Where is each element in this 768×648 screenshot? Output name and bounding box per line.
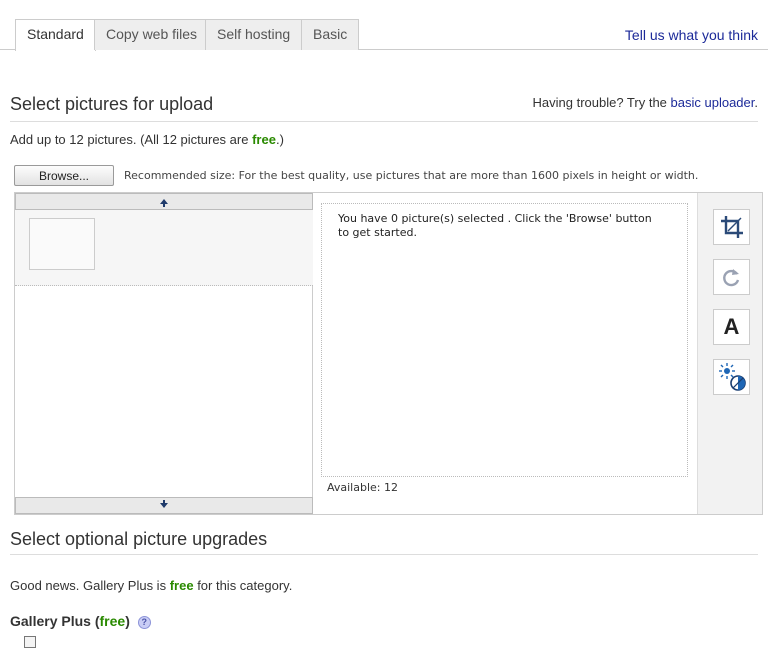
help-icon[interactable]: ? [137, 615, 151, 629]
add-free-label: free [252, 132, 276, 147]
preview-message: You have 0 picture(s) selected . Click t… [338, 212, 652, 239]
preview-area: You have 0 picture(s) selected . Click t… [321, 203, 688, 477]
gallery-plus-label: Gallery Plus [10, 613, 91, 629]
gallery-plus-free-label: free [99, 613, 126, 629]
recommended-size-text: Recommended size: For the best quality, … [124, 169, 699, 182]
available-count: Available: 12 [327, 481, 398, 494]
text-icon: A [723, 314, 740, 339]
good-news-prefix: Good news. Gallery Plus is [10, 578, 167, 593]
text-button[interactable]: A [713, 309, 750, 345]
basic-uploader-link[interactable]: basic uploader [671, 95, 755, 110]
auto-enhance-icon [718, 363, 746, 391]
add-suffix: .) [275, 132, 284, 147]
thumbnail-row [15, 210, 313, 286]
thumbnail-slot[interactable] [29, 218, 95, 270]
good-news-text: Good news. Gallery Plus is free for this… [10, 578, 292, 593]
upload-section-title: Select pictures for upload [10, 94, 214, 114]
tab-bar: Standard Copy web files Self hosting Bas… [0, 0, 768, 51]
thumbnail-strip [15, 193, 313, 514]
add-pictures-text: Add up to 12 pictures. (All 12 pictures … [10, 132, 284, 147]
tab-standard[interactable]: Standard [15, 19, 96, 51]
trouble-suffix: . [754, 95, 758, 110]
gallery-plus-heading: Gallery Plus (free) ? [10, 613, 151, 629]
rotate-button[interactable] [713, 259, 750, 295]
tab-basic[interactable]: Basic [301, 19, 360, 50]
auto-enhance-button[interactable] [713, 359, 750, 395]
edit-toolbar: A [697, 193, 762, 514]
good-news-free-label: free [169, 578, 194, 593]
gallery-plus-checkbox[interactable] [24, 636, 36, 648]
feedback-link[interactable]: Tell us what you think [625, 27, 758, 43]
rotate-icon [722, 269, 739, 287]
tab-self-hosting[interactable]: Self hosting [205, 19, 303, 50]
arrow-down-icon [160, 500, 168, 508]
good-news-suffix: for this category. [197, 578, 293, 593]
section-divider-2 [10, 554, 758, 555]
scroll-up-button[interactable] [15, 193, 313, 210]
uploader-panel: You have 0 picture(s) selected . Click t… [14, 192, 763, 515]
section-divider [10, 121, 758, 122]
arrow-up-icon [160, 199, 168, 207]
trouble-prefix: Having trouble? Try the [532, 95, 667, 110]
crop-button[interactable] [713, 209, 750, 245]
browse-button[interactable]: Browse... [14, 165, 114, 186]
crop-icon [720, 216, 743, 238]
trouble-text: Having trouble? Try the basic uploader. [533, 95, 759, 110]
tab-copy-web-files[interactable]: Copy web files [94, 19, 210, 50]
scroll-down-button[interactable] [15, 497, 313, 514]
upgrades-section-title: Select optional picture upgrades [10, 529, 268, 549]
add-prefix: Add up to 12 pictures. (All 12 pictures … [10, 132, 249, 147]
